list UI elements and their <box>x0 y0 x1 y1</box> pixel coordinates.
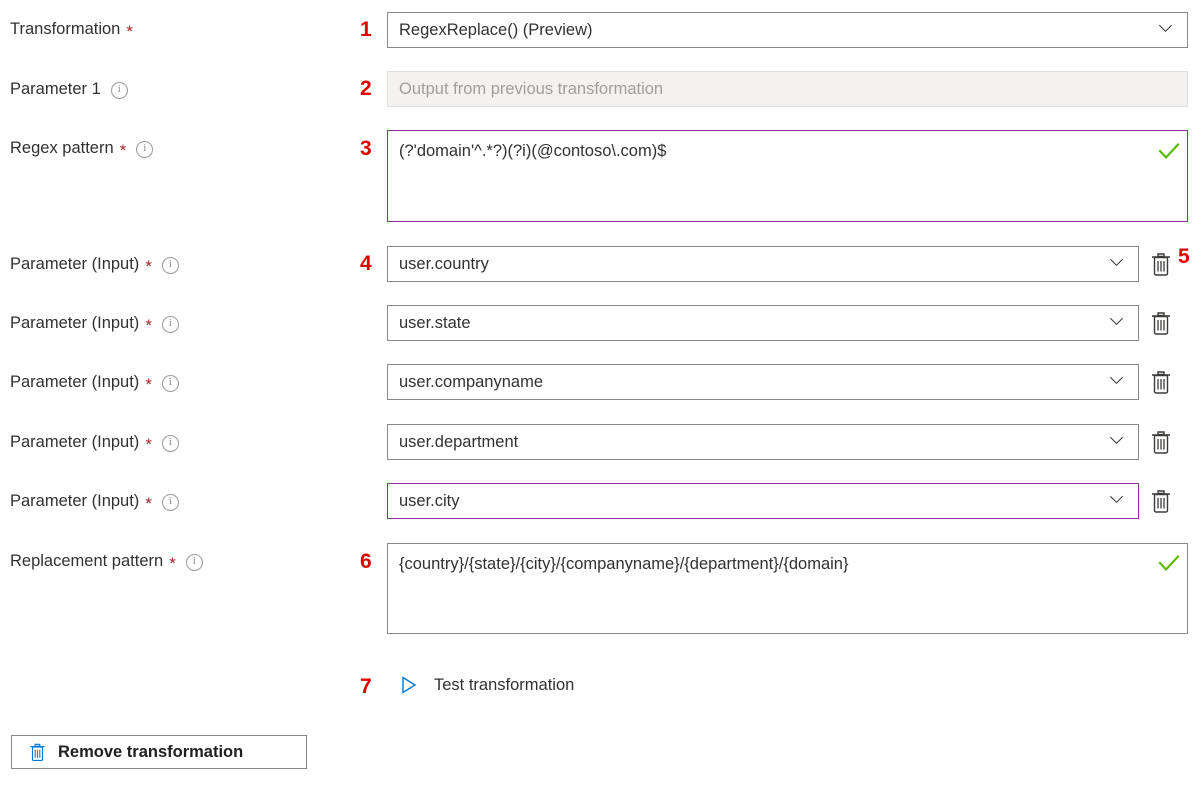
transformation-label: Transformation * <box>10 19 133 39</box>
info-icon[interactable] <box>186 554 203 571</box>
remove-transformation-label: Remove transformation <box>58 743 243 762</box>
required-asterisk: * <box>145 376 152 393</box>
parameter-input-label-4: Parameter (Input) * <box>10 432 179 452</box>
parameter-input-value-5: user.city <box>388 492 460 511</box>
parameter-input-value-2: user.state <box>388 314 471 333</box>
annotation-1: 1 <box>360 19 372 40</box>
trash-icon <box>28 742 47 762</box>
info-icon[interactable] <box>162 435 179 452</box>
chevron-down-icon <box>1109 314 1124 329</box>
annotation-6: 6 <box>360 551 372 572</box>
required-asterisk: * <box>169 555 176 572</box>
transformation-value: RegexReplace() (Preview) <box>388 21 592 40</box>
info-icon[interactable] <box>162 375 179 392</box>
required-asterisk: * <box>145 317 152 334</box>
parameter-input-dropdown-5[interactable]: user.city <box>387 483 1139 519</box>
annotation-5: 5 <box>1178 246 1190 267</box>
required-asterisk: * <box>145 258 152 275</box>
regex-pattern-label: Regex pattern * <box>10 138 153 158</box>
parameter-input-value-3: user.companyname <box>388 373 543 392</box>
chevron-down-icon <box>1109 373 1124 388</box>
replacement-pattern-label: Replacement pattern * <box>10 551 203 571</box>
info-icon[interactable] <box>136 141 153 158</box>
transformation-dropdown[interactable]: RegexReplace() (Preview) <box>387 12 1188 48</box>
parameter-input-value-1: user.country <box>388 255 489 274</box>
remove-transformation-button[interactable]: Remove transformation <box>11 735 307 769</box>
delete-parameter-button-4[interactable] <box>1149 429 1173 455</box>
info-icon[interactable] <box>162 257 179 274</box>
parameter-input-label-1: Parameter (Input) * <box>10 254 179 274</box>
required-asterisk: * <box>145 436 152 453</box>
required-asterisk: * <box>126 23 133 40</box>
delete-parameter-button-5[interactable] <box>1149 488 1173 514</box>
delete-parameter-button-1[interactable] <box>1149 251 1173 277</box>
regex-pattern-textarea[interactable]: (?'domain'^.*?)(?i)(@contoso\.com)$ <box>387 130 1188 222</box>
chevron-down-icon <box>1109 433 1124 448</box>
parameter-input-label-5: Parameter (Input) * <box>10 491 179 511</box>
parameter-input-dropdown-3[interactable]: user.companyname <box>387 364 1139 400</box>
annotation-3: 3 <box>360 138 372 159</box>
annotation-7: 7 <box>360 676 372 697</box>
parameter1-placeholder: Output from previous transformation <box>388 80 663 99</box>
info-icon[interactable] <box>162 494 179 511</box>
parameter-input-dropdown-2[interactable]: user.state <box>387 305 1139 341</box>
chevron-down-icon <box>1109 255 1124 270</box>
delete-parameter-button-2[interactable] <box>1149 310 1173 336</box>
annotation-4: 4 <box>360 253 372 274</box>
parameter-input-dropdown-1[interactable]: user.country <box>387 246 1139 282</box>
chevron-down-icon <box>1109 492 1124 507</box>
required-asterisk: * <box>145 495 152 512</box>
parameter-input-dropdown-4[interactable]: user.department <box>387 424 1139 460</box>
info-icon[interactable] <box>111 82 128 99</box>
delete-parameter-button-3[interactable] <box>1149 369 1173 395</box>
parameter1-label: Parameter 1 <box>10 79 128 99</box>
test-transformation-link[interactable]: Test transformation <box>399 675 574 695</box>
parameter-input-label-3: Parameter (Input) * <box>10 372 179 392</box>
play-icon <box>399 675 419 695</box>
chevron-down-icon <box>1158 21 1173 36</box>
parameter1-input: Output from previous transformation <box>387 71 1188 107</box>
required-asterisk: * <box>120 142 127 159</box>
parameter-input-value-4: user.department <box>388 433 518 452</box>
annotation-2: 2 <box>360 78 372 99</box>
replacement-pattern-textarea[interactable]: {country}/{state}/{city}/{companyname}/{… <box>387 543 1188 634</box>
info-icon[interactable] <box>162 316 179 333</box>
parameter-input-label-2: Parameter (Input) * <box>10 313 179 333</box>
test-transformation-label: Test transformation <box>434 676 574 695</box>
